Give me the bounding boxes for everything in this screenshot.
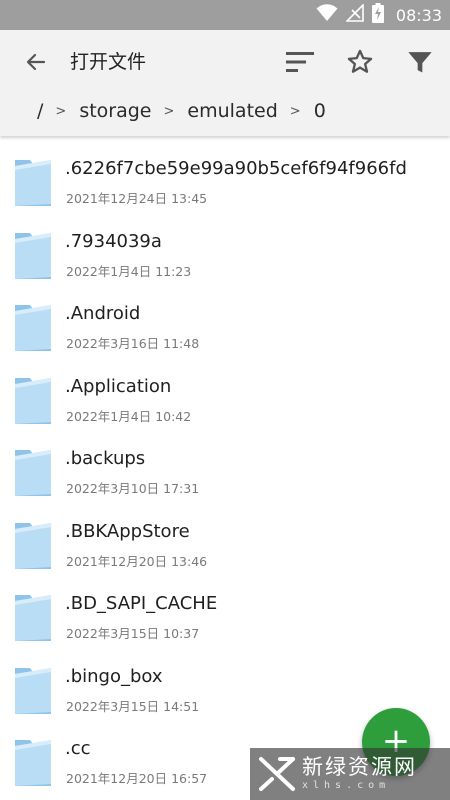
folder-icon xyxy=(14,591,52,643)
file-name: .6226f7cbe59e99a90b5cef6f94f966fd xyxy=(65,158,407,179)
file-row[interactable]: .BD_SAPI_CACHE 2022年3月15日 10:37 xyxy=(0,571,450,644)
file-name: .Application xyxy=(65,375,172,397)
app-bar: 打开文件 / > storage > emulated > 0 xyxy=(0,30,450,136)
file-date: 2022年3月15日 14:51 xyxy=(66,698,200,714)
breadcrumb-storage[interactable]: storage xyxy=(79,100,151,122)
folder-icon xyxy=(14,519,52,571)
watermark-logo-icon xyxy=(259,757,295,791)
breadcrumb-separator: > xyxy=(289,103,301,119)
file-date: 2022年3月16日 11:48 xyxy=(66,336,200,351)
status-time: 08:33 xyxy=(395,5,442,25)
file-row[interactable]: .BBKAppStore 2021年12月20日 13:46 xyxy=(0,499,450,572)
file-date: 2022年3月15日 10:37 xyxy=(66,626,200,641)
file-date: 2021年12月20日 16:57 xyxy=(66,771,208,786)
wifi-icon xyxy=(316,4,338,26)
folder-icon xyxy=(14,301,52,353)
folder-icon xyxy=(14,229,52,281)
watermark: 新绿资源网 xlhs.com xyxy=(250,748,450,800)
star-icon xyxy=(347,49,373,73)
breadcrumb-emulated[interactable]: emulated xyxy=(187,100,277,122)
folder-icon xyxy=(14,374,52,426)
file-name: .Android xyxy=(65,303,141,324)
folder-icon xyxy=(14,156,52,208)
file-name: .cc xyxy=(65,738,91,759)
favorite-button[interactable] xyxy=(341,43,379,81)
file-date: 2022年3月10日 17:31 xyxy=(66,481,200,496)
filter-icon xyxy=(408,52,432,73)
breadcrumb-separator: > xyxy=(55,103,67,119)
file-row[interactable]: .backups 2022年3月10日 17:31 xyxy=(0,426,450,499)
file-date: 2022年1月4日 11:23 xyxy=(66,263,192,279)
file-list: .6226f7cbe59e99a90b5cef6f94f966fd 2021年12… xyxy=(0,136,450,800)
file-row[interactable]: .6226f7cbe59e99a90b5cef6f94f966fd 2021年12… xyxy=(0,136,450,209)
folder-icon xyxy=(14,736,52,788)
battery-charging-icon xyxy=(371,3,384,27)
breadcrumb-current[interactable]: 0 xyxy=(314,100,326,122)
breadcrumb-separator: > xyxy=(163,103,175,119)
no-signal-icon xyxy=(344,3,364,26)
file-date: 2022年1月4日 10:42 xyxy=(66,408,192,424)
file-name: .bingo_box xyxy=(65,665,163,687)
status-bar: 08:33 xyxy=(0,0,450,30)
sort-icon xyxy=(286,52,314,72)
file-name: .backups xyxy=(65,448,146,469)
watermark-text-cn: 新绿资源网 xyxy=(302,755,417,779)
watermark-text-en: xlhs.com xyxy=(302,780,391,791)
filter-button[interactable] xyxy=(401,43,439,81)
file-name: .7934039a xyxy=(65,230,162,252)
file-name: .BBKAppStore xyxy=(65,520,190,542)
file-date: 2021年12月20日 13:46 xyxy=(66,553,208,569)
file-name: .BD_SAPI_CACHE xyxy=(65,593,218,614)
file-row[interactable]: .Android 2022年3月16日 11:48 xyxy=(0,281,450,354)
file-row[interactable]: .bingo_box 2022年3月15日 14:51 xyxy=(0,644,450,717)
breadcrumb: / > storage > emulated > 0 xyxy=(0,96,450,126)
back-button[interactable] xyxy=(18,44,54,80)
file-row[interactable]: .Application 2022年1月4日 10:42 xyxy=(0,354,450,427)
folder-icon xyxy=(14,664,52,716)
file-row[interactable]: .7934039a 2022年1月4日 11:23 xyxy=(0,209,450,282)
folder-icon xyxy=(14,446,52,498)
breadcrumb-root[interactable]: / xyxy=(37,100,43,122)
sort-button[interactable] xyxy=(281,43,319,81)
status-icons: 08:33 xyxy=(316,0,442,30)
arrow-back-icon xyxy=(26,53,46,71)
page-title: 打开文件 xyxy=(70,51,147,73)
file-date: 2021年12月24日 13:45 xyxy=(66,191,208,206)
